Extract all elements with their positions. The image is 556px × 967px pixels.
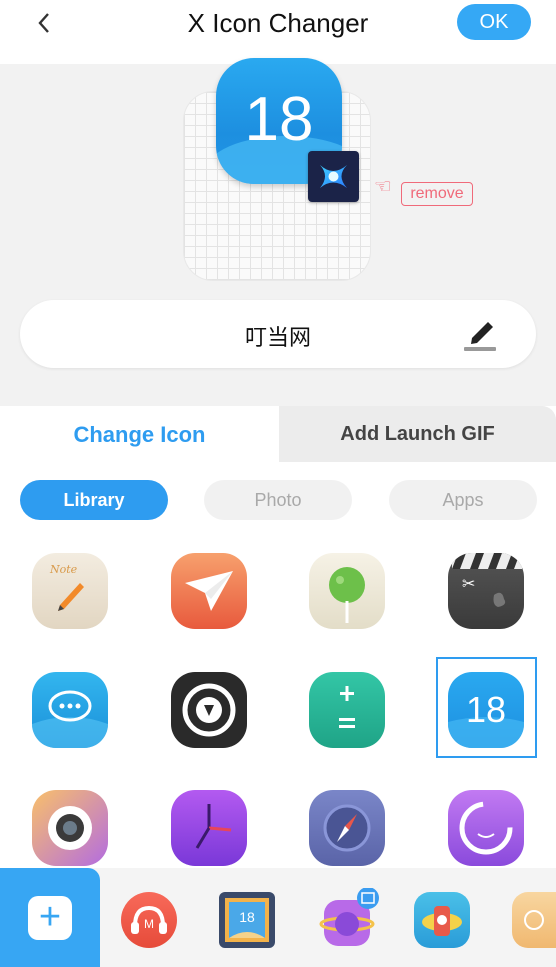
notes-icon-text: Note [49, 563, 78, 576]
compass-icon[interactable] [309, 790, 385, 866]
lollipop-icon[interactable] [309, 553, 385, 629]
header-bar: X Icon Changer OK [0, 0, 556, 64]
calendar-18-number: 18 [466, 689, 506, 730]
notes-icon[interactable]: Note [32, 553, 108, 629]
music-headphones-icon[interactable]: M [121, 892, 177, 948]
paper-plane-icon[interactable] [171, 553, 247, 629]
card-app-icon[interactable] [512, 892, 556, 948]
plus-icon: + [28, 896, 72, 940]
subtab-library[interactable]: Library [20, 480, 168, 520]
tab-change-icon-label: Change Icon [73, 422, 206, 447]
photo-frame-icon[interactable]: 18 [219, 892, 275, 948]
planet-video-icon[interactable] [318, 887, 379, 948]
pointing-hand-icon: ☜ [374, 176, 392, 198]
preview-icon-number: 18 [244, 85, 314, 154]
subtab-photo[interactable]: Photo [204, 480, 352, 520]
calendar-18-icon[interactable]: 18 [448, 672, 524, 748]
add-button[interactable]: + [0, 868, 100, 967]
photo-frame-number: 18 [239, 909, 255, 925]
ok-button[interactable]: OK [457, 4, 531, 40]
toy-plane-icon[interactable] [414, 892, 470, 948]
pencil-icon[interactable] [460, 316, 500, 352]
calculator-icon[interactable] [309, 672, 385, 748]
message-bubble-icon[interactable] [32, 672, 108, 748]
tab-add-launch-gif-label: Add Launch GIF [340, 423, 495, 445]
camera-shutter-icon[interactable] [171, 672, 247, 748]
x-logo-icon [308, 151, 359, 202]
subtab-apps[interactable]: Apps [389, 480, 537, 520]
app-name-field[interactable]: 叮当网 [20, 300, 536, 368]
clock-icon[interactable] [171, 790, 247, 866]
remove-button[interactable]: ☜ remove [374, 172, 476, 208]
tab-add-launch-gif[interactable]: Add Launch GIF [279, 406, 556, 462]
svg-text:M: M [144, 917, 154, 931]
app-name-text: 叮当网 [244, 325, 311, 350]
camera-lens-icon[interactable] [32, 790, 108, 866]
svg-text:✂: ✂ [462, 576, 475, 593]
clapperboard-icon[interactable]: ✂ [448, 553, 524, 629]
tab-change-icon[interactable]: Change Icon [0, 406, 279, 462]
remove-label: remove [401, 182, 473, 206]
smiley-icon[interactable] [448, 790, 524, 866]
